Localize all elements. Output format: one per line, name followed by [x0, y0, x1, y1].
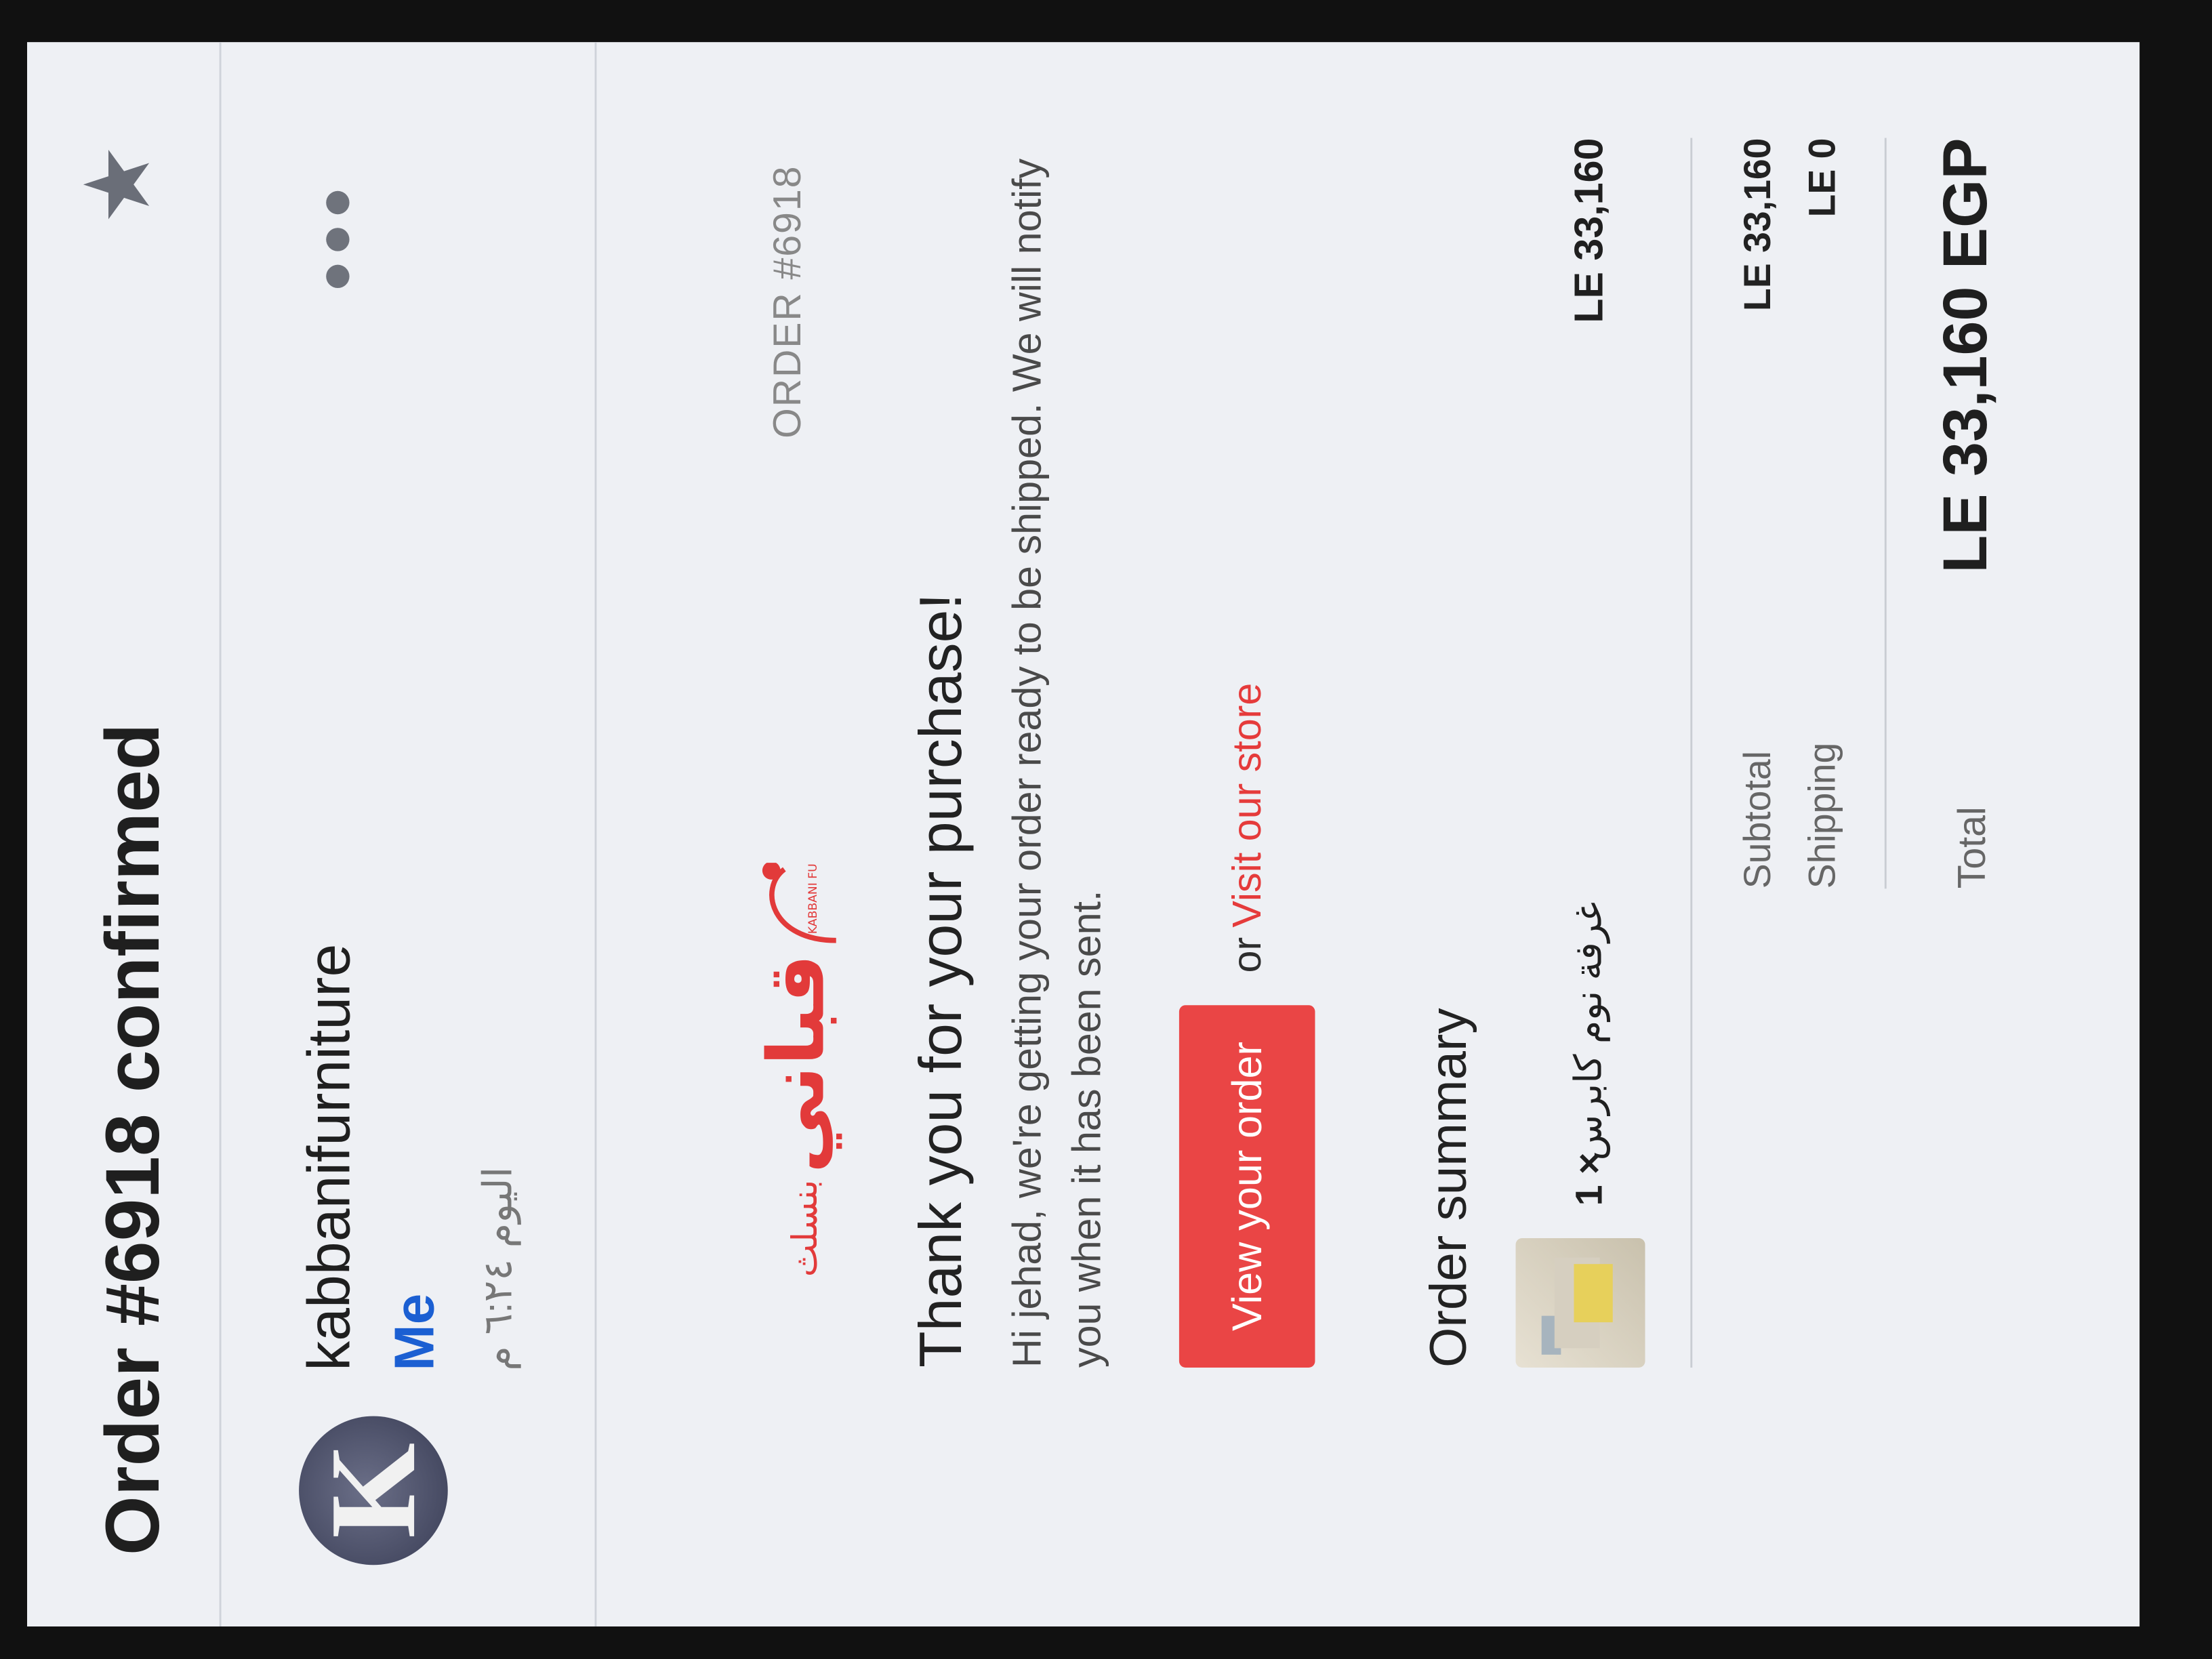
email-body: بنسلث قباني KABBANI FURNITURE ORDER #691… — [596, 42, 2139, 1626]
email-subject: Order #6918 confirmed — [89, 723, 176, 1555]
recipient-label[interactable]: Me — [383, 1294, 447, 1371]
avatar-letter: K — [305, 1442, 442, 1539]
shipping-value: LE 0 — [1801, 138, 1843, 218]
sender-name: kabbanifurniture — [296, 943, 363, 1371]
order-summary-title: Order summary — [1419, 1008, 1477, 1368]
total-label: Total — [1950, 806, 1994, 889]
order-message: Hi jehad, we're getting your order ready… — [1005, 158, 1109, 1368]
item-name: غرفة نوم كابرس — [1567, 901, 1610, 1161]
item-price: LE 33,160 — [1566, 138, 1612, 323]
thanks-heading: Thank you for your purchase! — [907, 593, 975, 1368]
email-screen: Order #6918 confirmed ★ K kabbanifurnitu… — [27, 42, 2140, 1626]
total-divider — [1884, 138, 1887, 889]
email-date: اليوم ٦:٢٤ م — [475, 1166, 520, 1371]
item-quantity: 1 × — [1568, 1152, 1610, 1206]
visit-store-link[interactable]: Visit our store — [1225, 683, 1271, 928]
kabbani-logo: بنسلث قباني KABBANI FURNITURE — [752, 863, 842, 1277]
logo-english: KABBANI FURNITURE — [806, 863, 820, 934]
logo-arabic-suffix: بنسلث — [785, 1180, 825, 1277]
shipping-label: Shipping — [1801, 742, 1843, 889]
more-options-icon[interactable] — [319, 190, 357, 289]
star-icon[interactable]: ★ — [66, 139, 168, 230]
sender-row[interactable]: K kabbanifurniture Me اليوم ٦:٢٤ م — [221, 42, 597, 1626]
avatar: K — [299, 1416, 448, 1565]
device-frame: Order #6918 confirmed ★ K kabbanifurnitu… — [0, 0, 2212, 1659]
view-order-button[interactable]: View your order — [1179, 1005, 1315, 1368]
logo-arabic: قباني — [752, 954, 842, 1174]
list-item: 1 × غرفة نوم كابرس LE 33,160 — [1515, 138, 1645, 1368]
or-text: or — [1225, 937, 1270, 973]
product-image — [1515, 1238, 1645, 1368]
order-number: ORDER #6918 — [765, 165, 809, 438]
total-value: LE 33,160 EGP — [1930, 138, 2000, 573]
subtotal-label: Subtotal — [1736, 751, 1779, 889]
email-header: Order #6918 confirmed ★ — [27, 42, 222, 1626]
divider — [1690, 138, 1693, 1368]
subtotal-value: LE 33,160 — [1736, 138, 1779, 312]
